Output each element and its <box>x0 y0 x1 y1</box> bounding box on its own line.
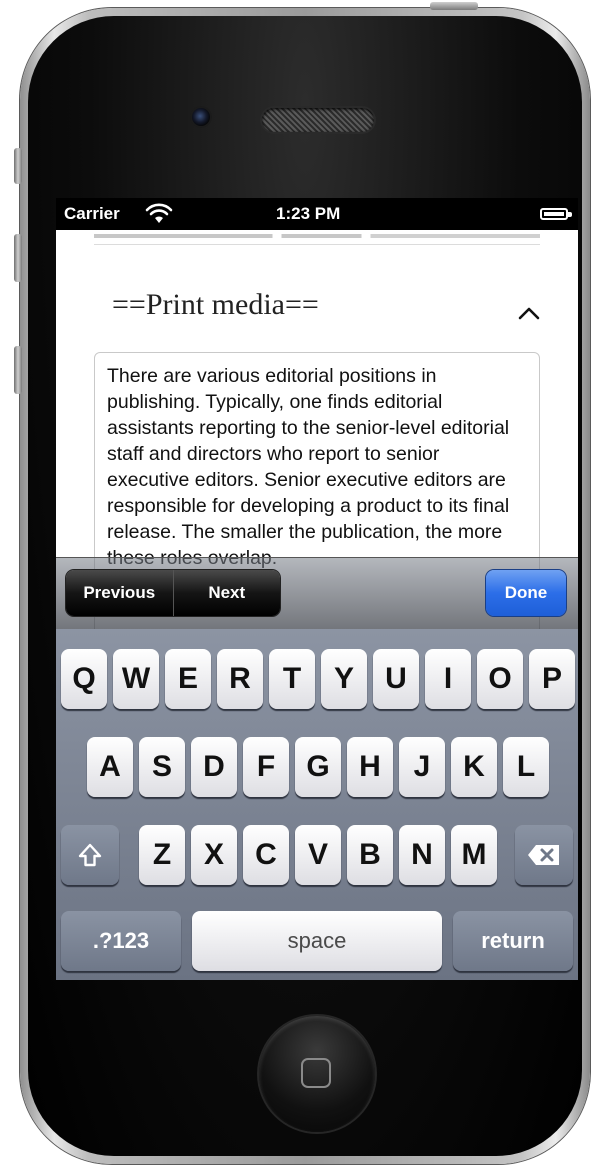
backspace-key[interactable] <box>515 825 573 885</box>
key-i[interactable]: I <box>425 649 471 709</box>
previous-next-control: Previous Next <box>66 570 280 616</box>
key-r[interactable]: R <box>217 649 263 709</box>
key-y[interactable]: Y <box>321 649 367 709</box>
key-t[interactable]: T <box>269 649 315 709</box>
section-heading: ==Print media== <box>112 288 319 321</box>
key-b[interactable]: B <box>347 825 393 885</box>
key-e[interactable]: E <box>165 649 211 709</box>
chevron-up-icon[interactable] <box>516 300 542 326</box>
key-l[interactable]: L <box>503 737 549 797</box>
key-v[interactable]: V <box>295 825 341 885</box>
volume-up-button <box>14 234 22 282</box>
return-key[interactable]: return <box>453 911 573 971</box>
form-accessory-toolbar: Previous Next Done <box>56 557 578 630</box>
key-p[interactable]: P <box>529 649 575 709</box>
volume-down-button <box>14 346 22 394</box>
key-c[interactable]: C <box>243 825 289 885</box>
key-f[interactable]: F <box>243 737 289 797</box>
battery-icon <box>540 208 572 220</box>
next-button[interactable]: Next <box>172 570 281 616</box>
mute-switch <box>14 148 22 184</box>
previous-button[interactable]: Previous <box>66 570 173 616</box>
key-a[interactable]: A <box>87 737 133 797</box>
space-key[interactable]: space <box>192 911 442 971</box>
key-g[interactable]: G <box>295 737 341 797</box>
shift-icon <box>78 843 102 867</box>
key-h[interactable]: H <box>347 737 393 797</box>
backspace-icon <box>528 845 559 865</box>
shift-key[interactable] <box>61 825 119 885</box>
front-camera <box>192 108 210 126</box>
clipped-text-line <box>94 234 540 238</box>
key-o[interactable]: O <box>477 649 523 709</box>
clock: 1:23 PM <box>276 204 341 223</box>
key-j[interactable]: J <box>399 737 445 797</box>
key-n[interactable]: N <box>399 825 445 885</box>
key-x[interactable]: X <box>191 825 237 885</box>
editor-text: There are various editorial positions in… <box>107 365 510 569</box>
keyboard: Q W E R T Y U I O P A S D F G H J K L Z … <box>56 629 578 980</box>
key-s[interactable]: S <box>139 737 185 797</box>
carrier-label: Carrier <box>64 204 120 223</box>
key-w[interactable]: W <box>113 649 159 709</box>
key-k[interactable]: K <box>451 737 497 797</box>
home-button[interactable] <box>259 1016 375 1132</box>
key-m[interactable]: M <box>451 825 497 885</box>
home-square-icon <box>301 1058 331 1088</box>
numbers-key[interactable]: .?123 <box>61 911 181 971</box>
earpiece-speaker <box>262 108 374 132</box>
done-button[interactable]: Done <box>486 570 566 616</box>
key-q[interactable]: Q <box>61 649 107 709</box>
status-bar: Carrier 1:23 PM <box>56 198 578 230</box>
key-z[interactable]: Z <box>139 825 185 885</box>
key-d[interactable]: D <box>191 737 237 797</box>
section-divider <box>94 244 540 245</box>
key-u[interactable]: U <box>373 649 419 709</box>
screen: Carrier 1:23 PM ==Print media== There ar… <box>56 198 578 980</box>
wifi-icon <box>145 203 173 223</box>
power-button <box>430 2 478 10</box>
